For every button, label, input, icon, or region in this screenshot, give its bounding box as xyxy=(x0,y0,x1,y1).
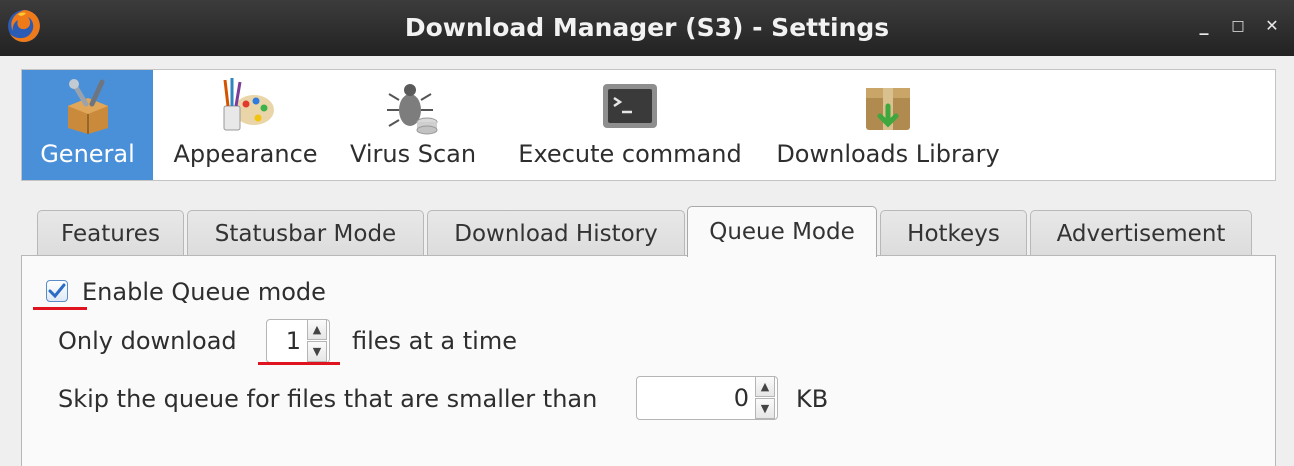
skip-size-spinbox[interactable]: 0 ▲ ▼ xyxy=(636,376,778,420)
chevron-down-icon: ▼ xyxy=(760,402,770,415)
category-general-label: General xyxy=(40,140,135,168)
tab-features[interactable]: Features xyxy=(37,210,184,256)
category-downloads-library-label: Downloads Library xyxy=(776,140,1000,168)
files-at-a-time-stepper: ▲ ▼ xyxy=(307,319,329,363)
files-at-a-time-value[interactable]: 1 xyxy=(271,320,301,362)
category-virus-scan[interactable]: Virus Scan xyxy=(338,70,488,180)
decrement-button[interactable]: ▼ xyxy=(755,398,775,419)
close-button[interactable]: ✕ xyxy=(1260,14,1284,38)
increment-button[interactable]: ▲ xyxy=(755,376,775,397)
category-execute-command-label: Execute command xyxy=(518,140,742,168)
skip-size-stepper: ▲ ▼ xyxy=(755,376,777,420)
files-at-a-time-spinbox[interactable]: 1 ▲ ▼ xyxy=(266,319,330,363)
terminal-icon xyxy=(603,84,657,128)
tab-hotkeys[interactable]: Hotkeys xyxy=(880,210,1027,256)
category-general[interactable]: General xyxy=(22,70,153,180)
chevron-up-icon: ▲ xyxy=(312,323,322,336)
files-at-a-time-label: files at a time xyxy=(352,327,517,355)
only-download-label: Only download xyxy=(58,327,237,355)
chevron-down-icon: ▼ xyxy=(312,345,322,358)
enable-queue-label: Enable Queue mode xyxy=(82,278,326,306)
checkmark-icon xyxy=(48,283,66,299)
category-virus-scan-label: Virus Scan xyxy=(349,140,477,168)
enable-queue-checkbox[interactable] xyxy=(46,280,68,302)
minimize-button[interactable]: _ xyxy=(1192,14,1216,38)
downloads-library-box-icon xyxy=(866,88,910,130)
skip-size-unit: KB xyxy=(796,385,829,413)
tab-queue-mode[interactable]: Queue Mode xyxy=(687,206,877,257)
window-title: Download Manager (S3) - Settings xyxy=(404,13,890,42)
skip-size-value[interactable]: 0 xyxy=(643,377,749,419)
annotation-underline xyxy=(33,307,87,310)
tab-advertisement[interactable]: Advertisement xyxy=(1030,210,1252,256)
tab-download-history[interactable]: Download History xyxy=(427,210,685,256)
chevron-up-icon: ▲ xyxy=(760,380,770,393)
category-toolbar: General Appearance Virus Scan Execute co… xyxy=(21,69,1276,181)
virus-scan-bug-icon xyxy=(387,84,438,135)
settings-window: Download Manager (S3) - Settings _ □ ✕ G… xyxy=(0,0,1294,466)
increment-button[interactable]: ▲ xyxy=(307,319,327,340)
tab-statusbar-mode[interactable]: Statusbar Mode xyxy=(187,210,424,256)
category-appearance-label: Appearance xyxy=(173,140,318,168)
decrement-button[interactable]: ▼ xyxy=(307,341,327,362)
category-appearance[interactable]: Appearance xyxy=(163,70,328,180)
maximize-button[interactable]: □ xyxy=(1226,14,1250,38)
category-downloads-library[interactable]: Downloads Library xyxy=(772,70,1004,180)
skip-queue-label: Skip the queue for files that are smalle… xyxy=(58,385,598,413)
title-bar[interactable]: Download Manager (S3) - Settings _ □ ✕ xyxy=(0,0,1294,56)
annotation-underline xyxy=(258,362,340,365)
general-tools-icon xyxy=(67,79,108,134)
category-execute-command[interactable]: Execute command xyxy=(500,70,760,180)
appearance-palette-icon xyxy=(223,78,274,131)
